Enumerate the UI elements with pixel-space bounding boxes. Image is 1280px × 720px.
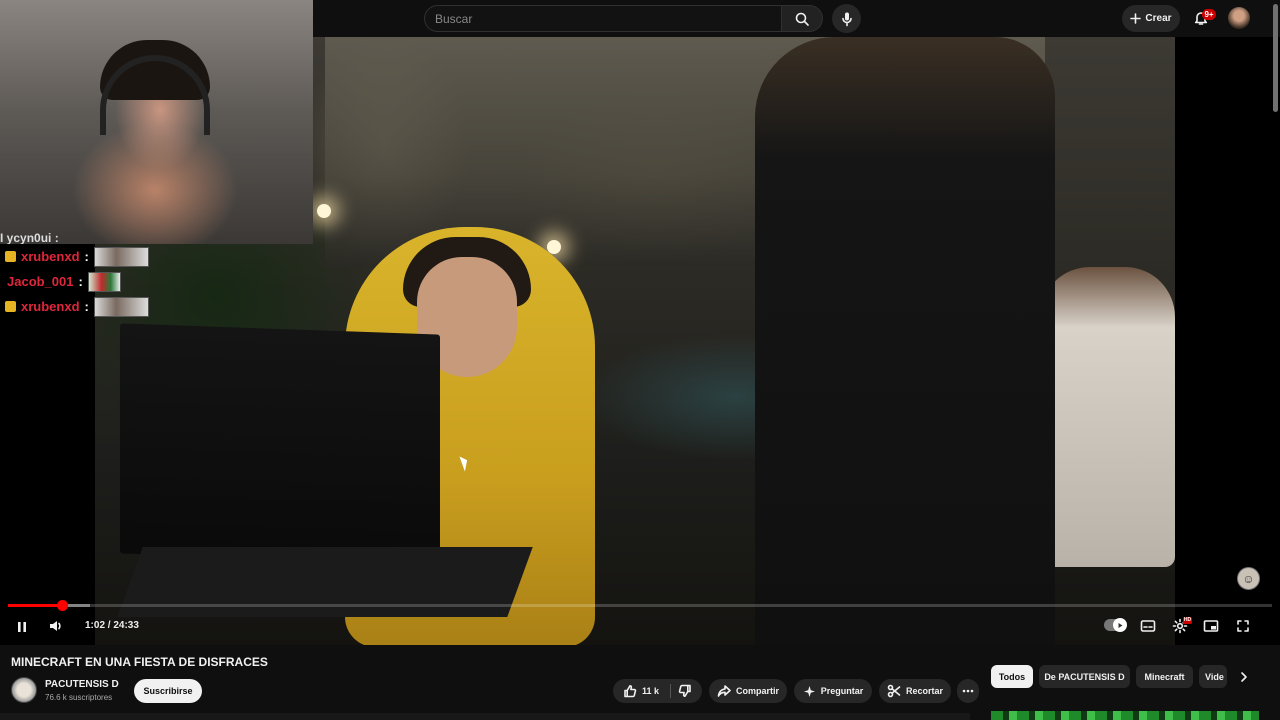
thumbs-up-icon	[624, 685, 637, 698]
search-icon	[795, 12, 809, 26]
like-dislike-group: 11 k	[613, 679, 702, 703]
more-horizontal-icon	[962, 689, 974, 693]
page-scrollbar[interactable]	[1271, 0, 1280, 720]
search-input[interactable]: Buscar	[424, 5, 781, 32]
ask-label: Preguntar	[820, 686, 864, 696]
chat-username: Jacob_001	[7, 274, 74, 289]
chip-all[interactable]: Todos	[991, 665, 1033, 688]
played-bar	[8, 604, 62, 607]
miniplayer-icon	[1203, 620, 1219, 632]
channel-name[interactable]: PACUTENSIS D	[45, 679, 119, 690]
share-icon	[717, 685, 731, 697]
video-player[interactable]: I ycyn0ui : UNJUUIMUNAIUMUJ xrubenxd : J…	[0, 0, 1280, 645]
chips-next-button[interactable]	[1233, 666, 1255, 688]
microphone-icon	[841, 12, 852, 26]
scrubber-handle[interactable]	[57, 600, 68, 611]
chat-username: xrubenxd	[21, 249, 80, 264]
more-actions-button[interactable]	[957, 679, 979, 703]
volume-button[interactable]	[45, 615, 67, 637]
chip-channel[interactable]: De PACUTENSIS D	[1039, 665, 1130, 688]
clip-button[interactable]: Recortar	[879, 679, 951, 703]
subscriber-badge-icon	[5, 301, 16, 312]
clip-label: Recortar	[905, 686, 943, 696]
channel-avatar[interactable]	[11, 677, 37, 703]
emote-icon	[93, 296, 149, 317]
overlay-chat: I ycyn0ui : UNJUUIMUNAIUMUJ xrubenxd : J…	[0, 232, 160, 319]
fullscreen-icon	[1237, 620, 1249, 632]
account-avatar[interactable]	[1228, 7, 1250, 29]
search-placeholder: Buscar	[435, 12, 473, 26]
create-label: Crear	[1145, 13, 1172, 24]
background-person	[1040, 267, 1175, 567]
volume-icon	[50, 621, 61, 631]
ask-button[interactable]: Preguntar	[794, 679, 872, 703]
webcam-overlay	[0, 0, 313, 244]
chat-message: xrubenxd :	[0, 244, 160, 269]
sparkle-icon	[803, 685, 815, 697]
channel-watermark-icon[interactable]: ☺	[1237, 567, 1260, 590]
chat-separator: :	[84, 249, 89, 264]
subscriber-badge-icon	[5, 251, 16, 262]
autoplay-toggle[interactable]	[1104, 618, 1127, 632]
laptop-screen	[120, 323, 440, 565]
voice-search-button[interactable]	[832, 4, 861, 33]
pause-button[interactable]	[8, 613, 35, 640]
recommended-thumbnail[interactable]	[991, 711, 1259, 720]
like-count: 11 k	[641, 686, 660, 696]
description-box-edge	[0, 713, 970, 720]
chip-videos[interactable]: Vide	[1199, 665, 1227, 688]
time-display: 1:02 / 24:33	[85, 620, 139, 631]
chat-separator: :	[78, 274, 83, 289]
notifications-badge: 9+	[1202, 9, 1216, 20]
scrollbar-thumb[interactable]	[1273, 4, 1278, 112]
fullscreen-button[interactable]	[1232, 615, 1254, 637]
chip-minecraft[interactable]: Minecraft	[1136, 665, 1193, 688]
chat-cut-line: I ycyn0ui : UNJUUIMUNAIUMUJ	[0, 232, 59, 244]
chevron-right-icon	[1241, 672, 1247, 682]
dislike-button[interactable]	[678, 684, 692, 698]
play-icon	[1118, 622, 1122, 628]
scissors-icon	[887, 684, 901, 698]
chat-message: Jacob_001 :	[0, 269, 160, 294]
foreground-person	[755, 37, 1055, 645]
chat-separator: :	[84, 299, 89, 314]
plus-icon	[1130, 13, 1142, 24]
autoplay-knob	[1113, 618, 1127, 632]
emote-icon	[93, 246, 149, 267]
video-title: MINECRAFT EN UNA FIESTA DE DISFRACES	[11, 655, 268, 669]
like-divider	[670, 684, 671, 698]
chat-username: xrubenxd	[21, 299, 80, 314]
progress-bar[interactable]	[8, 604, 1272, 607]
share-label: Compartir	[735, 686, 779, 696]
subtitles-button[interactable]	[1137, 615, 1159, 637]
subtitles-icon	[1140, 620, 1156, 632]
emote-icon	[87, 271, 121, 292]
subscribe-button[interactable]: Suscribirse	[134, 679, 202, 703]
miniplayer-button[interactable]	[1200, 615, 1222, 637]
share-button[interactable]: Compartir	[709, 679, 787, 703]
search-button[interactable]	[781, 5, 823, 32]
create-button[interactable]: Crear	[1122, 5, 1180, 32]
like-button[interactable]: 11 k	[623, 684, 659, 698]
pause-icon	[17, 621, 26, 632]
subscriber-count: 76.6 k suscriptores	[45, 693, 113, 702]
hd-badge: HD	[1183, 617, 1192, 624]
chat-message: xrubenxd :	[0, 294, 160, 319]
lamp-light	[317, 204, 331, 218]
thumbs-down-icon	[678, 684, 691, 697]
